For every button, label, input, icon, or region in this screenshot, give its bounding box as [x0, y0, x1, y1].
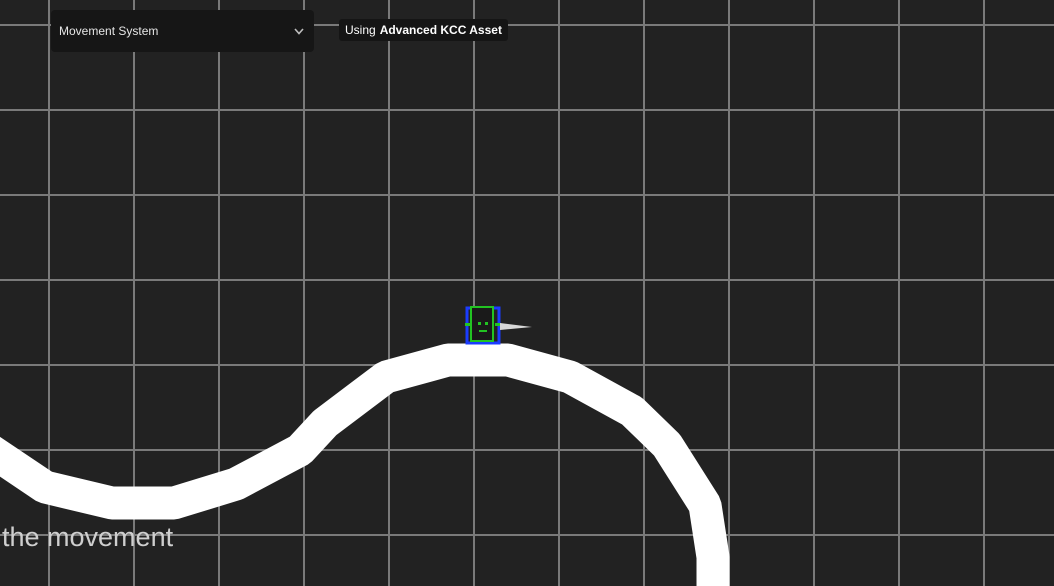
- player-arm: [465, 323, 471, 326]
- player-body: [470, 306, 494, 342]
- asset-status-badge: Using Advanced KCC Asset: [339, 19, 508, 41]
- player-mouth: [479, 330, 487, 332]
- player-character: [465, 306, 532, 345]
- chevron-down-icon: [292, 24, 306, 38]
- player-eye: [485, 322, 488, 325]
- player-eye: [478, 322, 481, 325]
- movement-system-dropdown[interactable]: Movement System: [51, 10, 314, 52]
- game-scene: [0, 0, 1054, 586]
- dropdown-selected-value: Movement System: [59, 24, 159, 38]
- subtitle-caption: the movement: [2, 522, 174, 552]
- badge-asset-name: Advanced KCC Asset: [379, 23, 502, 37]
- badge-prefix: Using: [345, 23, 376, 37]
- facing-direction-indicator: [500, 323, 532, 330]
